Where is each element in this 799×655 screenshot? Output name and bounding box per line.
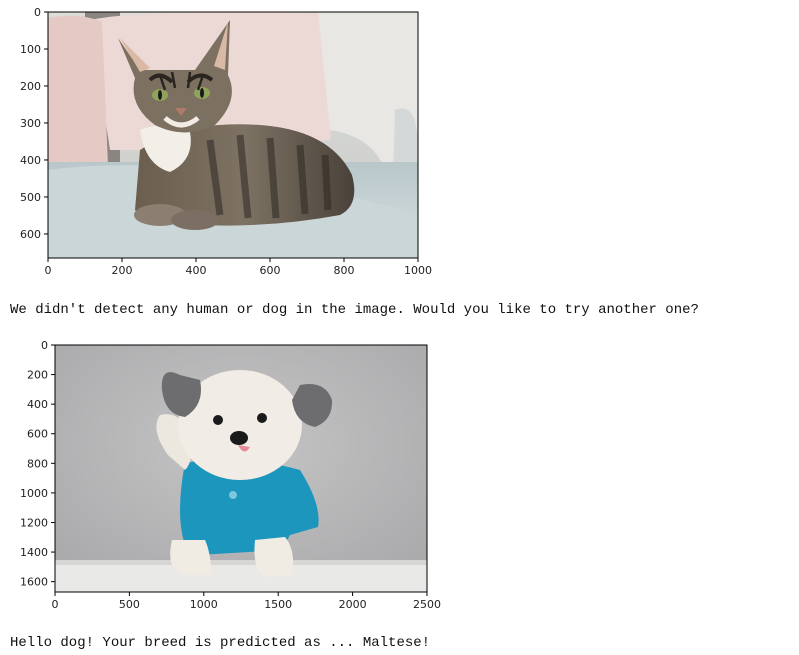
- cat-x-tick-label: 800: [334, 264, 355, 277]
- dog-x-tick-label: 2000: [339, 598, 367, 611]
- no-detection-message: We didn't detect any human or dog in the…: [10, 302, 699, 318]
- cat-y-tick-label: 100: [20, 43, 41, 56]
- dog-x-tick-label: 0: [52, 598, 59, 611]
- cat-y-tick-label: 400: [20, 154, 41, 167]
- dog-photo: [55, 345, 427, 592]
- cat-x-tick-label: 200: [112, 264, 133, 277]
- dog-x-tick-label: 1000: [190, 598, 218, 611]
- dog-y-tick-label: 1600: [20, 576, 48, 589]
- cat-image-plot: 0 200 400 600 800 1000 0 100 200 300 400 500 600: [0, 0, 440, 285]
- cat-y-tick-label: 300: [20, 117, 41, 130]
- cat-y-tick-label: 200: [20, 80, 41, 93]
- cat-plot-svg: 0 200 400 600 800 1000 0 100 200 300 400 500 600: [20, 6, 432, 277]
- cat-photo: [48, 12, 418, 258]
- dog-y-tick-label: 400: [27, 398, 48, 411]
- dog-y-tick-label: 800: [27, 457, 48, 470]
- dog-x-tick-label: 1500: [264, 598, 292, 611]
- dog-image-plot: 0 500 1000 1500 2000 2500 0 200 400 600 800 1000 120…: [0, 335, 460, 620]
- cat-y-tick-label: 500: [20, 191, 41, 204]
- cat-x-tick-label: 600: [260, 264, 281, 277]
- cat-x-tick-label: 1000: [404, 264, 432, 277]
- dog-y-tick-label: 1000: [20, 487, 48, 500]
- dog-y-tick-label: 1200: [20, 516, 48, 529]
- dog-plot-svg: 0 500 1000 1500 2000 2500 0 200 400 600 800 1000 120…: [20, 339, 441, 611]
- dog-y-tick-label: 200: [27, 369, 48, 382]
- cat-x-tick-label: 0: [45, 264, 52, 277]
- dog-y-tick-label: 0: [41, 339, 48, 352]
- breed-prediction-message: Hello dog! Your breed is predicted as ..…: [10, 635, 431, 651]
- dog-x-tick-label: 500: [119, 598, 140, 611]
- cat-x-tick-label: 400: [186, 264, 207, 277]
- cat-y-tick-label: 600: [20, 228, 41, 241]
- dog-x-tick-label: 2500: [413, 598, 441, 611]
- dog-y-tick-label: 1400: [20, 546, 48, 559]
- dog-y-tick-label: 600: [27, 428, 48, 441]
- cat-y-tick-label: 0: [34, 6, 41, 19]
